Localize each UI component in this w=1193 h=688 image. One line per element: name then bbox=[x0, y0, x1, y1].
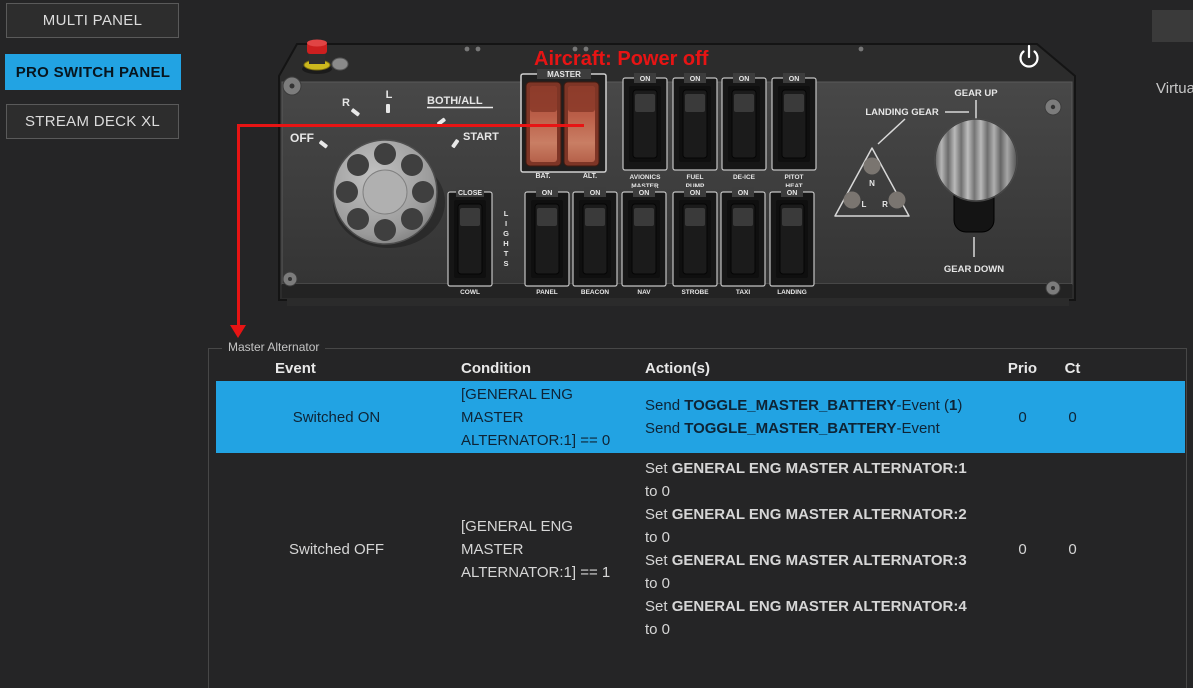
groupbox-legend: Master Alternator bbox=[222, 340, 325, 354]
on-label: ON bbox=[738, 190, 749, 197]
on-label: ON bbox=[639, 190, 650, 197]
event-cell: Switched ON bbox=[216, 381, 457, 453]
sidebar-item-pro-switch-panel[interactable]: PRO SWITCH PANEL bbox=[5, 54, 181, 90]
rotary-label-l: L bbox=[386, 89, 393, 101]
table-header-row: Event Condition Action(s) Prio Ct bbox=[216, 356, 1185, 381]
cowl-label: COWL bbox=[460, 289, 480, 296]
table-row-switched-on[interactable]: Switched ON [GENERAL ENG MASTER ALTERNAT… bbox=[216, 381, 1185, 453]
actions-cell: Send TOGGLE_MASTER_BATTERY-Event (1)Send… bbox=[641, 381, 1000, 453]
svg-text:G: G bbox=[503, 229, 509, 238]
lights-label: L I G H T S bbox=[503, 209, 509, 268]
svg-text:I: I bbox=[505, 219, 507, 228]
gear-down-label: GEAR DOWN bbox=[944, 264, 1004, 275]
gear-up-label: GEAR UP bbox=[954, 88, 998, 99]
annotation-line-vertical bbox=[237, 124, 240, 326]
svg-text:H: H bbox=[503, 239, 508, 248]
virtual-partial-label: Virtua bbox=[1156, 80, 1193, 97]
annotation-line-horizontal bbox=[237, 124, 584, 127]
column-header-condition: Condition bbox=[457, 356, 641, 381]
on-label: ON bbox=[590, 190, 601, 197]
svg-text:L: L bbox=[504, 209, 509, 218]
prio-cell: 0 bbox=[1000, 381, 1045, 453]
on-label: ON bbox=[542, 190, 553, 197]
on-label: ON bbox=[690, 76, 701, 83]
landing-label: LANDING bbox=[777, 289, 807, 296]
condition-cell: [GENERAL ENG MASTER ALTERNATOR:1] == 0 bbox=[457, 381, 641, 453]
on-label: ON bbox=[640, 76, 651, 83]
rotary-label-both-all: BOTH/ALL bbox=[427, 95, 483, 107]
bat-label: BAT. bbox=[535, 173, 550, 180]
fuel-pump-label: FUEL bbox=[687, 174, 704, 181]
gear-r-label: R bbox=[882, 200, 888, 209]
rotary-label-off: OFF bbox=[290, 131, 314, 145]
avionics-label: AVIONICS bbox=[630, 174, 662, 181]
sidebar-item-stream-deck-xl[interactable]: STREAM DECK XL bbox=[6, 104, 179, 139]
column-header-actions: Action(s) bbox=[641, 356, 1000, 381]
on-label: ON bbox=[789, 76, 800, 83]
table-row-switched-off[interactable]: Switched OFF [GENERAL ENG MASTER ALTERNA… bbox=[216, 455, 1185, 643]
top-right-button[interactable] bbox=[1152, 10, 1193, 42]
pitot-heat-label: PITOT bbox=[784, 174, 803, 181]
ct-cell: 0 bbox=[1045, 455, 1100, 643]
column-header-prio: Prio bbox=[1000, 356, 1045, 381]
on-label: ON bbox=[690, 190, 701, 197]
rotary-label-r: R bbox=[342, 97, 350, 109]
aircraft-power-status: Aircraft: Power off bbox=[534, 48, 708, 71]
actions-cell: Set GENERAL ENG MASTER ALTERNATOR:1 to 0… bbox=[641, 455, 1000, 643]
column-header-event: Event bbox=[216, 356, 457, 381]
on-label: ON bbox=[787, 190, 798, 197]
ct-cell: 0 bbox=[1045, 381, 1100, 453]
de-ice-label: DE-ICE bbox=[733, 174, 756, 181]
column-header-ct: Ct bbox=[1045, 356, 1100, 381]
sidebar-item-multi-panel[interactable]: MULTI PANEL bbox=[6, 3, 179, 38]
panel-label: PANEL bbox=[536, 289, 558, 296]
taxi-label: TAXI bbox=[736, 289, 751, 296]
gear-l-label: L bbox=[862, 200, 867, 209]
annotation-arrowhead-icon bbox=[230, 325, 246, 338]
pro-switch-panel-image: OFF R L BOTH/ALL START MASTER bbox=[277, 36, 1079, 308]
master-label: MASTER bbox=[547, 70, 581, 79]
prio-cell: 0 bbox=[1000, 455, 1045, 643]
landing-gear-label: LANDING GEAR bbox=[865, 107, 939, 118]
beacon-label: BEACON bbox=[581, 289, 609, 296]
on-label: ON bbox=[739, 76, 750, 83]
alt-label: ALT. bbox=[583, 173, 597, 180]
close-label: CLOSE bbox=[458, 190, 482, 197]
strobe-label: STROBE bbox=[681, 289, 709, 296]
rotary-label-start: START bbox=[463, 131, 499, 143]
event-config-table: Event Condition Action(s) Prio Ct Switch… bbox=[216, 356, 1185, 643]
gear-n-label: N bbox=[869, 179, 875, 188]
svg-text:T: T bbox=[504, 249, 509, 258]
condition-cell: [GENERAL ENG MASTER ALTERNATOR:1] == 1 bbox=[457, 455, 641, 643]
svg-text:S: S bbox=[503, 259, 508, 268]
nav-label: NAV bbox=[637, 289, 651, 296]
app-window: MULTI PANEL PRO SWITCH PANEL STREAM DECK… bbox=[0, 0, 1193, 676]
event-cell: Switched OFF bbox=[216, 455, 457, 643]
